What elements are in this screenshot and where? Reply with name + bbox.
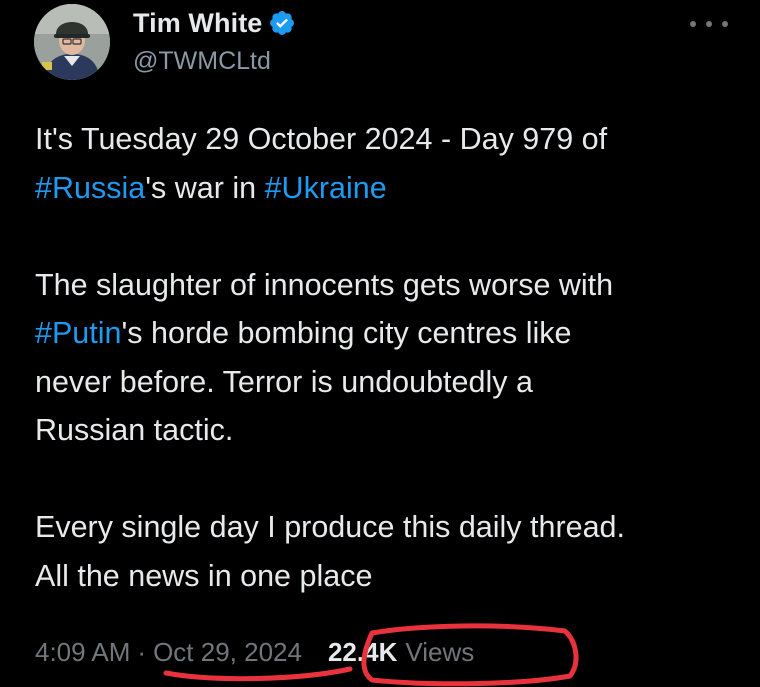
tweet-text-segment: All the news in one place [35,558,373,593]
date-underline-annotation [163,666,353,682]
tweet-line: The slaughter of innocents gets worse wi… [35,261,735,310]
tweet-text-segment: It's Tuesday 29 October 2024 - Day 979 o… [35,122,608,156]
tweet-text-segment: 's war in [145,170,265,205]
hashtag-ukraine-link[interactable]: #Ukraine [265,171,387,205]
avatar[interactable] [34,4,110,80]
tweet-text: It's Tuesday 29 October 2024 - Day 979 o… [35,115,735,600]
avatar-image [34,4,110,80]
tweet-text-segment: Every single day I produce this daily th… [35,510,625,544]
verified-badge-icon[interactable] [268,9,296,37]
tweet-line: It's Tuesday 29 October 2024 - Day 979 o… [35,115,735,164]
tweet-card: Tim White @TWMCLtd It's Tuesday 29 Octob… [0,0,760,687]
author-name-row: Tim White [133,6,296,40]
tweet-text-segment: 's horde bombing city centres like [121,316,572,350]
hashtag-russia-link[interactable]: #Russia [35,171,145,205]
tweet-date[interactable]: Oct 29, 2024 [153,637,302,668]
meta-separator: · [137,637,147,667]
tweet-time[interactable]: 4:09 AM [35,637,130,668]
more-dot [706,21,712,27]
views-count[interactable]: 22.4K [328,637,397,668]
tweet-line: Every single day I produce this daily th… [35,503,735,552]
tweet-meta: 4:09 AM · Oct 29, 2024 22.4K Views [35,637,474,668]
hashtag-putin-link[interactable]: #Putin [35,316,121,350]
paragraph-break [35,212,735,261]
tweet-text-segment: Russian tactic. [35,413,234,447]
tweet-line: Russian tactic. [35,406,735,455]
tweet-text-segment: never before. Terror is undoubtedly a [35,364,533,399]
more-dot [722,21,728,27]
author-handle[interactable]: @TWMCLtd [133,47,271,76]
more-options-icon[interactable] [690,14,728,34]
views-label[interactable]: Views [405,637,474,668]
tweet-line: #Putin's horde bombing city centres like [35,309,735,358]
tweet-line: All the news in one place [35,552,735,601]
tweet-text-segment: The slaughter of innocents gets worse wi… [35,267,614,302]
paragraph-break [35,455,735,504]
more-dot [690,21,696,27]
author-display-name[interactable]: Tim White [133,8,262,39]
tweet-line: #Russia's war in #Ukraine [35,164,735,213]
tweet-line: never before. Terror is undoubtedly a [35,358,735,407]
